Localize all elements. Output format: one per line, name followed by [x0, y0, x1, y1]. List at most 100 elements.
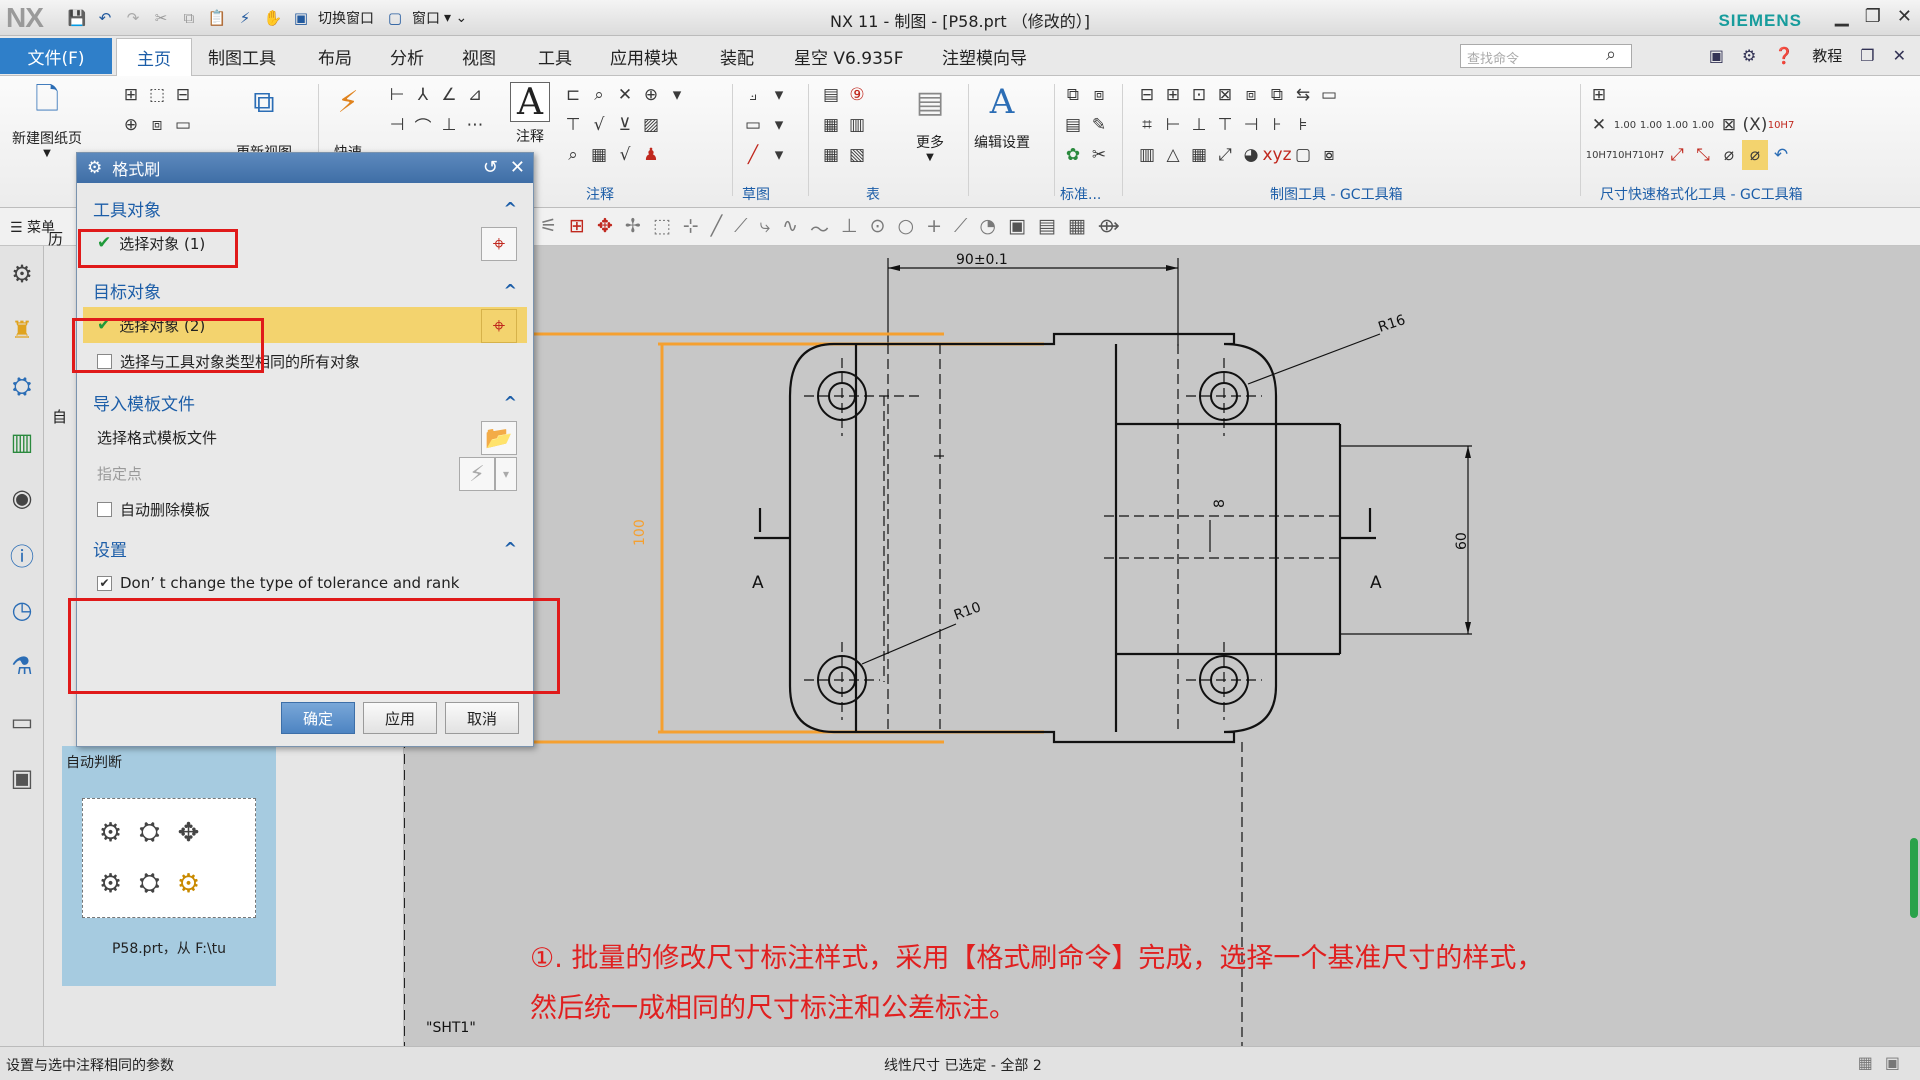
update-view-button[interactable]: ⧉ 更新视图 — [236, 82, 292, 162]
tab-layout[interactable]: 布局 — [318, 44, 352, 69]
view-bound-icon[interactable]: ▭ — [170, 110, 196, 140]
dont-change-tolerance-checkbox[interactable]: ✔ — [97, 575, 112, 591]
gc-tool-16-icon[interactable]: ▥ — [1134, 140, 1160, 170]
role-icon[interactable]: ⚙ — [1742, 46, 1756, 65]
center-mark-icon[interactable]: ⊕ — [638, 80, 664, 110]
line-icon[interactable]: ╱ — [740, 140, 766, 170]
gc-tool-21-icon[interactable]: xyz — [1262, 140, 1291, 170]
edit-settings-button[interactable]: A 编辑设置 — [974, 82, 1030, 152]
dropdown-icon[interactable]: ▾ — [664, 80, 690, 110]
surface-finish-icon[interactable]: √ — [586, 110, 612, 140]
brush-icon[interactable]: ✎ — [1086, 110, 1112, 140]
id-symbol-icon[interactable]: ⊤ — [560, 110, 586, 140]
note-button[interactable]: A 注释 — [510, 82, 550, 146]
settings-icon[interactable]: ⚙ — [0, 246, 44, 302]
dim-top-label[interactable]: 90±0.1 — [956, 252, 1008, 268]
gc-tool-19-icon[interactable]: ⤢ — [1212, 140, 1238, 170]
sketch-dropdown-icon[interactable]: ▾ — [766, 80, 792, 110]
dim-left-inner-label[interactable]: 100 — [632, 519, 648, 546]
folder-open-icon[interactable]: 📂 — [481, 421, 517, 455]
snap-14-icon[interactable]: ▣ — [1008, 215, 1026, 242]
dim-r10-label[interactable]: R10 — [952, 599, 983, 623]
snap-3-icon[interactable]: ╱ — [711, 215, 722, 242]
dialog-titlebar[interactable]: ⚙ 格式刷 ↺ ✕ — [77, 153, 533, 183]
zoom-icon[interactable]: ⌕ — [560, 140, 586, 170]
gc-tool-22-icon[interactable]: ▢ — [1290, 140, 1316, 170]
filter-icon[interactable]: ⚟ — [540, 215, 557, 242]
close-icon[interactable]: ✕ — [1893, 46, 1906, 65]
dim-fmt-1-icon[interactable]: ⊞ — [1586, 80, 1612, 110]
section-header[interactable]: 设置 ^ — [83, 531, 527, 565]
datum-icon[interactable]: ⌕ — [586, 80, 612, 110]
dim-fmt-7-icon[interactable]: ⊠ — [1716, 110, 1742, 140]
minimize-icon[interactable]: ▁ — [1835, 6, 1849, 27]
snap-9-icon[interactable]: ⊙ — [870, 215, 886, 242]
restore-icon[interactable]: ❐ — [1860, 46, 1874, 65]
vertical-scrollbar[interactable] — [1910, 838, 1918, 918]
snap-5-icon[interactable]: ⤷ — [759, 215, 770, 242]
dont-change-tolerance-row[interactable]: ✔ Don’ t change the type of tolerance an… — [83, 565, 527, 601]
detail-view-icon[interactable]: ⊕ — [118, 110, 144, 140]
tool-icon[interactable]: ✂ — [1086, 140, 1112, 170]
auto-delete-row[interactable]: 自动删除模板 — [83, 491, 527, 527]
dim-more-icon[interactable]: ⋯ — [462, 110, 488, 140]
cross-icon[interactable]: ✕ — [612, 80, 638, 110]
crosshair-icon[interactable]: ⌖ — [481, 309, 517, 343]
tab-mold-wizard[interactable]: 注塑模向导 — [942, 44, 1027, 69]
dim-fmt-15-icon[interactable]: ⌀ — [1716, 140, 1742, 170]
dim-fmt-16-icon[interactable]: ⌀ — [1742, 140, 1768, 170]
db-icon[interactable]: ▤ — [1060, 110, 1086, 140]
snap-15-icon[interactable]: ▤ — [1038, 215, 1056, 242]
section-header[interactable]: 导入模板文件 ^ — [83, 385, 527, 419]
help-icon[interactable]: ❓ — [1774, 46, 1794, 65]
gc-tool-17-icon[interactable]: △ — [1160, 140, 1186, 170]
gc-tool-13-icon[interactable]: ⊣ — [1238, 110, 1264, 140]
weld-icon[interactable]: ⊻ — [612, 110, 638, 140]
paint-icon[interactable]: ✿ — [1060, 140, 1086, 170]
hatch-icon[interactable]: ▨ — [638, 110, 664, 140]
snap-1-icon[interactable]: ✢ — [625, 215, 641, 242]
snap-11-icon[interactable]: + — [926, 215, 942, 242]
tab-drafting-tools[interactable]: 制图工具 — [208, 44, 276, 69]
window-layout-icon[interactable]: ▣ — [1709, 46, 1724, 65]
balloon-icon[interactable]: √ — [612, 140, 638, 170]
part-preview[interactable]: 自动判断 ⚙ ⛭ ✥ ⚙ ⛭ ⚙ P58.prt，从 F:\tu — [62, 746, 276, 986]
snap-8-icon[interactable]: ⊥ — [841, 215, 858, 242]
ok-button[interactable]: 确定 — [281, 702, 355, 734]
gc-tool-3-icon[interactable]: ⊡ — [1186, 80, 1212, 110]
apply-button[interactable]: 应用 — [363, 702, 437, 734]
gc-tool-20-icon[interactable]: ◕ — [1238, 140, 1264, 170]
chevron-up-icon[interactable]: ^ — [504, 539, 517, 558]
chevron-up-icon[interactable]: ^ — [504, 199, 517, 218]
snap-7-icon[interactable]: 〜 — [810, 215, 829, 242]
rect-dropdown-icon[interactable]: ▾ — [766, 110, 792, 140]
gc-tool-5-icon[interactable]: ⧈ — [1238, 80, 1264, 110]
file-menu-tab[interactable]: 文件(F) — [0, 38, 112, 74]
break-view-icon[interactable]: ⧈ — [144, 110, 170, 140]
reuse-library-icon[interactable]: ▥ — [0, 414, 44, 470]
dim-60-label[interactable]: 60 — [1454, 532, 1470, 550]
cancel-button[interactable]: 取消 — [445, 702, 519, 734]
balloon-list-icon[interactable]: ⑨ — [844, 80, 870, 110]
snap-6-icon[interactable]: ∿ — [782, 215, 798, 242]
drawing-canvas[interactable]: 90±0.1 140 100 — [404, 246, 1920, 1046]
tutorial-label[interactable]: 教程 — [1812, 45, 1842, 66]
chevron-up-icon[interactable]: ^ — [504, 281, 517, 300]
stamp-icon[interactable]: ♟ — [638, 140, 664, 170]
gc-tool-8-icon[interactable]: ▭ — [1316, 80, 1342, 110]
feature-frame-icon[interactable]: ⊏ — [560, 80, 586, 110]
snap-2-icon[interactable]: ⊹ — [683, 215, 699, 242]
parts-list-icon[interactable]: ▤ — [818, 80, 844, 110]
table-grid-icon[interactable]: ▦ — [818, 140, 844, 170]
history-icon[interactable]: ◷ — [0, 582, 44, 638]
gc-tool-7-icon[interactable]: ⇆ — [1290, 80, 1316, 110]
dim-fmt-5-icon[interactable]: 1.00 — [1664, 110, 1690, 140]
radial-dim-icon[interactable]: ⅄ — [410, 80, 436, 110]
snap-16-icon[interactable]: ▦ — [1068, 215, 1086, 242]
roles-icon[interactable]: ▭ — [0, 694, 44, 750]
gc-tool-18-icon[interactable]: ▦ — [1186, 140, 1212, 170]
gc-tool-9-icon[interactable]: ⌗ — [1134, 110, 1160, 140]
angle-dim-icon[interactable]: ∠ — [436, 80, 462, 110]
table-edit-icon[interactable]: ▧ — [844, 140, 870, 170]
arc-length-icon[interactable]: ⌒ — [410, 110, 436, 140]
